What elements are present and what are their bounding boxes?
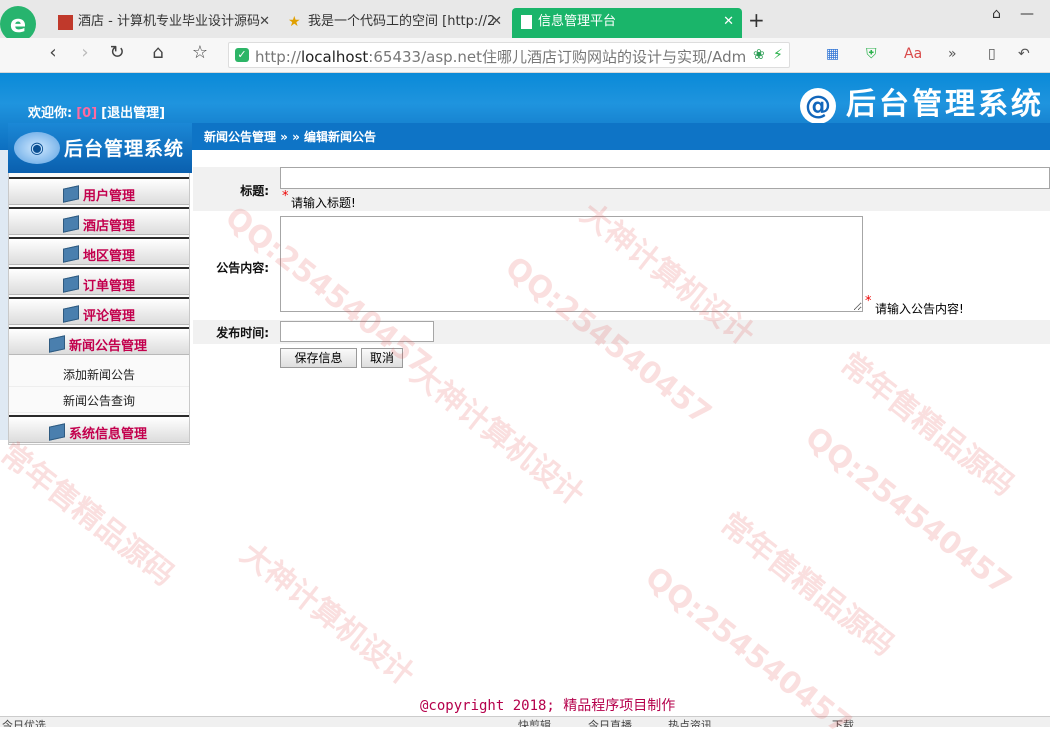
watermark: 大神计算机设计 xyxy=(233,536,421,694)
required-mark: * xyxy=(282,189,289,204)
folder-icon xyxy=(49,423,65,441)
octopus-logo-icon: ◉ xyxy=(14,132,60,164)
watermark: 常年售精品源码 xyxy=(0,436,181,594)
star-icon: ★ xyxy=(288,14,301,30)
system-title: @ 后台管理系统 xyxy=(800,79,1044,124)
browser-tab-active[interactable]: 信息管理平台 ✕ xyxy=(512,8,742,38)
content-label: 公告内容: xyxy=(216,261,269,275)
sidebar-item-news[interactable]: 新闻公告管理 xyxy=(9,327,189,355)
content-hint: 请输入公告内容! xyxy=(875,302,964,316)
date-input[interactable] xyxy=(280,321,434,342)
sidebar-item-comments[interactable]: 评论管理 xyxy=(9,297,189,325)
sidebar-menu: 用户管理 酒店管理 地区管理 订单管理 评论管理 新闻公告管理 添加新闻公告 新… xyxy=(8,173,190,445)
folder-icon xyxy=(63,275,79,293)
home-icon[interactable]: ⌂ xyxy=(145,42,171,63)
date-label: 发布时间: xyxy=(216,326,269,340)
date-row: 发布时间: xyxy=(193,320,1050,344)
content-textarea[interactable] xyxy=(280,216,863,312)
title-hint: 请输入标题! xyxy=(291,196,356,210)
title-row: 标题: * 请输入标题! xyxy=(193,167,1050,211)
browser-logo-icon: e xyxy=(0,6,36,42)
page-icon xyxy=(521,15,532,29)
sidebar-item-system[interactable]: 系统信息管理 xyxy=(9,415,189,443)
title-label: 标题: xyxy=(240,184,269,198)
forward-icon[interactable]: › xyxy=(72,42,98,63)
apps-icon[interactable]: ▦ xyxy=(826,46,839,62)
sidebar-item-hotels[interactable]: 酒店管理 xyxy=(9,207,189,235)
breadcrumb-bar: 新闻公告管理 » » 编辑新闻公告 xyxy=(192,123,1050,150)
lightning-icon[interactable]: ⚡ xyxy=(773,47,783,63)
speed-icon[interactable]: ❀ xyxy=(753,47,765,63)
sidebar-item-users[interactable]: 用户管理 xyxy=(9,177,189,205)
skin-icon[interactable]: ⌂ xyxy=(992,6,1001,22)
more-icon[interactable]: » xyxy=(948,46,957,62)
site-favicon-icon xyxy=(58,15,73,30)
browser-tab-hotel[interactable]: 酒店 - 计算机专业毕业设计源码 ✕ xyxy=(52,8,278,38)
folder-icon xyxy=(63,245,79,263)
bookmark-star-icon[interactable]: ☆ xyxy=(187,42,213,63)
back-icon[interactable]: ‹ xyxy=(40,42,66,63)
copyright-text: @copyright 2018; 精品程序项目制作 xyxy=(420,698,676,714)
sidebar-sub-query-news[interactable]: 新闻公告查询 xyxy=(9,389,189,413)
breadcrumb: 新闻公告管理 » » 编辑新闻公告 xyxy=(204,130,377,144)
translate-icon[interactable]: Aa xyxy=(904,46,922,62)
folder-icon xyxy=(63,185,79,203)
undo-icon[interactable]: ↶ xyxy=(1018,46,1030,62)
welcome-text: 欢迎你: [0] [退出管理] xyxy=(28,106,166,121)
address-bar[interactable]: ✓ http://localhost:65433/asp.net住哪儿酒店订购网… xyxy=(228,42,790,68)
address-toolbar: ‹ › ↻ ⌂ ☆ ✓ http://localhost:65433/asp.n… xyxy=(0,38,1050,73)
watermark: QQ:254540457 xyxy=(798,420,1018,603)
sidebar-sub-add-news[interactable]: 添加新闻公告 xyxy=(9,363,189,387)
close-icon[interactable]: ✕ xyxy=(491,8,502,36)
user-name: [0] xyxy=(76,106,98,121)
watermark: 常年售精品源码 xyxy=(833,346,1021,504)
secure-shield-icon: ✓ xyxy=(235,48,249,62)
browser-status-bar: 今日优选 快剪辑 今日直播 热点资讯 下载 xyxy=(0,716,1050,727)
watermark: 常年售精品源码 xyxy=(713,506,901,664)
shield-icon[interactable]: ⛨ xyxy=(866,46,877,62)
close-icon[interactable]: ✕ xyxy=(723,8,734,36)
browser-tab-space[interactable]: ★ 我是一个代码工的空间 [http://2 ✕ xyxy=(282,8,510,38)
folder-icon xyxy=(63,305,79,323)
browser-tab-bar: e 酒店 - 计算机专业毕业设计源码 ✕ ★ 我是一个代码工的空间 [http:… xyxy=(0,0,1050,42)
minimize-icon[interactable]: — xyxy=(1020,6,1034,22)
phone-icon[interactable]: ▯ xyxy=(988,46,996,62)
sidebar-logo: ◉ 后台管理系统 xyxy=(8,123,192,173)
watermark: 大神计算机设计 xyxy=(403,356,591,514)
at-logo-icon: @ xyxy=(800,88,836,124)
folder-icon xyxy=(49,335,65,353)
required-mark: * xyxy=(865,294,872,309)
cancel-button[interactable]: 取消 xyxy=(361,348,403,368)
new-tab-button[interactable]: + xyxy=(748,8,765,32)
sidebar-title: 后台管理系统 xyxy=(64,138,185,160)
sidebar-item-orders[interactable]: 订单管理 xyxy=(9,267,189,295)
save-button[interactable]: 保存信息 xyxy=(280,348,357,368)
sidebar-item-regions[interactable]: 地区管理 xyxy=(9,237,189,265)
tab-label: 信息管理平台 xyxy=(538,14,617,29)
left-edge-strip xyxy=(0,150,8,440)
content-row: 公告内容: * 请输入公告内容! xyxy=(193,214,1050,318)
reload-icon[interactable]: ↻ xyxy=(104,42,130,63)
tab-label: 酒店 - 计算机专业毕业设计源码 xyxy=(78,14,260,29)
url-text[interactable]: http://localhost:65433/asp.net住哪儿酒店订购网站的… xyxy=(255,46,747,67)
folder-icon xyxy=(63,215,79,233)
title-input[interactable] xyxy=(280,167,1050,189)
tab-label: 我是一个代码工的空间 [http://2 xyxy=(308,14,496,29)
close-icon[interactable]: ✕ xyxy=(259,8,270,36)
logout-link[interactable]: [退出管理] xyxy=(101,106,165,121)
